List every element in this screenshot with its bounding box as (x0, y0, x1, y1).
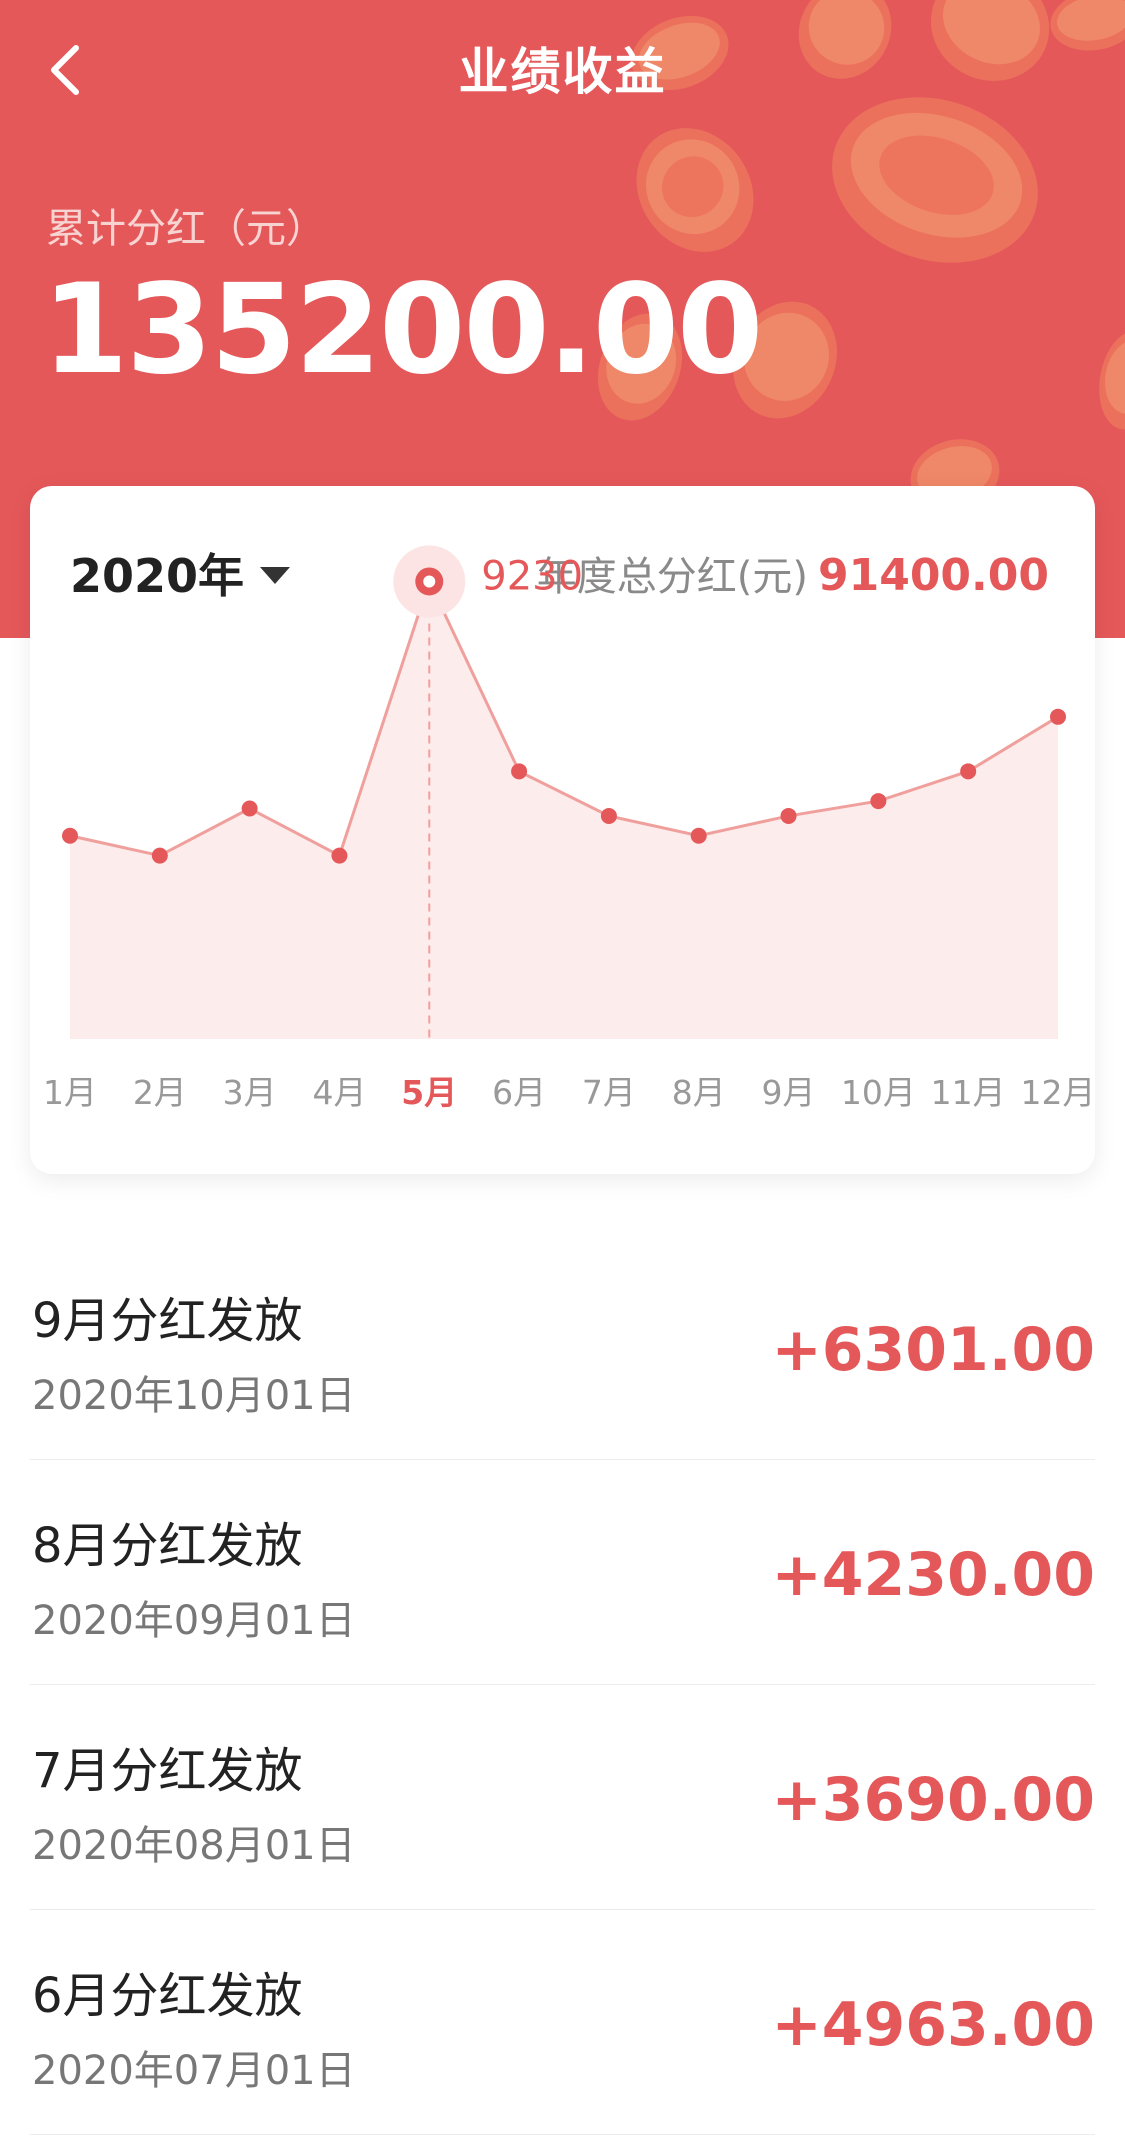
page-title: 业绩收益 (458, 43, 667, 101)
chart-point (1050, 708, 1066, 725)
coin-decoration (810, 71, 1060, 289)
x-axis-tick-label: 5月 (401, 1073, 457, 1112)
coin-decoration (612, 105, 778, 275)
coin-decoration (1091, 325, 1125, 435)
dividend-record-row[interactable]: 6月分红发放 2020年07月01日 +4963.00 (30, 1910, 1095, 2135)
x-axis-tick-label: 4月 (312, 1073, 366, 1112)
record-amount: +3690.00 (771, 1765, 1095, 1835)
dividend-record-row[interactable]: 8月分红发放 2020年09月01日 +4230.00 (30, 1460, 1095, 1685)
dividend-records-list: 9月分红发放 2020年10月01日 +6301.00 8月分红发放 2020年09月0… (30, 1235, 1095, 2135)
highlight-point-center (423, 575, 436, 588)
dividend-record-row[interactable]: 7月分红发放 2020年08月01日 +3690.00 (30, 1685, 1095, 1910)
chart-point (62, 827, 78, 844)
record-date: 2020年08月01日 (32, 1823, 356, 1869)
x-axis-tick-label: 8月 (672, 1073, 726, 1112)
record-amount: +6301.00 (771, 1315, 1095, 1385)
record-title: 8月分红发放 (32, 1518, 303, 1574)
record-date: 2020年09月01日 (32, 1598, 356, 1644)
record-title: 9月分红发放 (32, 1293, 303, 1349)
cumulative-dividend-label: 累计分红（元） (46, 206, 326, 252)
x-axis-tick-label: 1月 (43, 1073, 97, 1112)
chart-point (780, 807, 797, 824)
highlight-value-label: 9230 (481, 553, 583, 599)
chart-point (331, 847, 348, 864)
chart-point (960, 763, 977, 780)
x-axis-tick-label: 6月 (492, 1073, 546, 1112)
chart-point (870, 793, 887, 810)
record-amount: +4230.00 (771, 1540, 1095, 1610)
monthly-dividend-chart[interactable]: 9230 1月 2月 3月 4月 5月 6月 7月 8月 9月 10月 11月 12月 (30, 486, 1095, 1174)
chart-point (600, 807, 617, 824)
record-date: 2020年10月01日 (32, 1373, 356, 1419)
x-axis-tick-label: 9月 (762, 1073, 816, 1112)
x-axis-tick-label: 2月 (133, 1073, 187, 1112)
chart-point (151, 847, 168, 864)
record-title: 7月分红发放 (32, 1743, 303, 1799)
x-axis-tick-label: 11月 (931, 1073, 1006, 1112)
earnings-page: 业绩收益 累计分红（元） 135200.00 2020年 年度总分红(元) 91… (0, 0, 1125, 2136)
cumulative-dividend-value: 135200.00 (42, 258, 763, 402)
x-axis-tick-label: 12月 (1021, 1073, 1096, 1112)
chart-point (690, 827, 707, 844)
annual-chart-card: 2020年 年度总分红(元) 91400.00 9230 1月 2月 3月 4月 5月 6月… (30, 486, 1095, 1174)
chart-point (241, 800, 258, 817)
dividend-record-row[interactable]: 9月分红发放 2020年10月01日 +6301.00 (30, 1235, 1095, 1460)
chart-point (511, 763, 528, 780)
record-date: 2020年07月01日 (32, 2048, 356, 2094)
x-axis-tick-label: 10月 (841, 1073, 916, 1112)
record-title: 6月分红发放 (32, 1968, 303, 2024)
record-amount: +4963.00 (771, 1990, 1095, 2060)
x-axis-tick-label: 3月 (223, 1073, 277, 1112)
x-axis-tick-label: 7月 (582, 1073, 636, 1112)
chart-area-fill (70, 581, 1058, 1039)
